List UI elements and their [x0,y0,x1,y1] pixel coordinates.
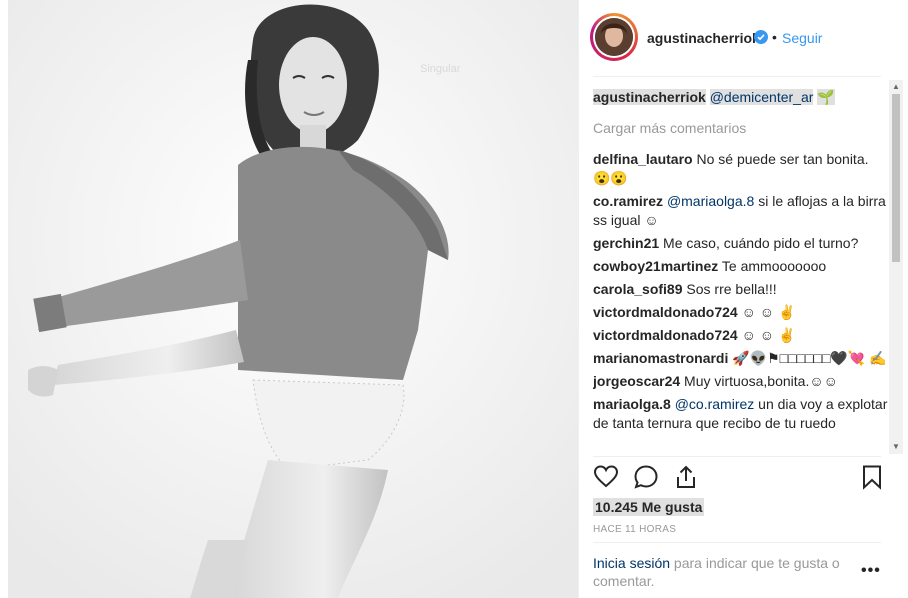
comment-author[interactable]: carola_sofi89 [593,281,683,297]
separator-dot: • [772,29,777,45]
comment-text: ☺ ☺ ✌ [737,327,796,343]
post-header: agustinacherriok • Seguir [579,0,885,76]
follow-button[interactable]: Seguir [782,30,822,46]
share-icon[interactable] [673,464,699,490]
comment-item: victordmaldonado724 ☺ ☺ ✌ [593,326,889,345]
photo-watermark: Singular [420,63,461,75]
comment-text: Muy virtuosa,bonita.☺☺ [680,373,838,389]
comment-author[interactable]: cowboy21martinez [593,258,718,274]
heart-icon[interactable] [593,464,619,490]
comments-list: agustinacherriok @demicenter_ar 🌱 Cargar… [593,88,889,454]
comment-item: co.ramirez @mariaolga.8 si le aflojas a … [593,192,889,230]
comment-item: marianomastronardi 🚀👽⚑□□□□□□🖤💘 ✍ [593,349,889,368]
comment-text: Sos rre bella!!! [682,281,777,297]
comment-text: 🚀👽⚑□□□□□□🖤💘 ✍ [728,350,887,366]
login-prompt: Inicia sesión para indicar que te gusta … [593,554,843,590]
scroll-down-icon[interactable]: ▼ [892,443,900,451]
comment-item: carola_sofi89 Sos rre bella!!! [593,280,889,299]
caption-emoji: 🌱 [817,89,835,105]
comment-text: Me caso, cuándo pido el turno? [659,235,859,251]
comment-icon[interactable] [633,464,659,490]
load-more-comments-button[interactable]: Cargar más comentarios [593,119,889,138]
header-divider [593,76,881,77]
comment-author[interactable]: marianomastronardi [593,350,728,366]
comment-item: mariaolga.8 @co.ramirez un dia voy a exp… [593,395,889,433]
footer-divider [593,542,881,543]
scrollbar-thumb[interactable] [892,94,900,262]
comment-item: victordmaldonado724 ☺ ☺ ✌ [593,303,889,322]
actions-divider [593,456,881,457]
comment-mention[interactable]: @mariaolga.8 [667,193,754,209]
woman-photo-illustration: Singular [8,0,578,598]
bookmark-icon[interactable] [859,464,885,490]
comment-author[interactable]: delfina_lautaro [593,151,693,167]
comment-author[interactable]: mariaolga.8 [593,396,671,412]
comment-text: ☺ ☺ ✌ [737,304,796,320]
avatar[interactable] [590,13,638,61]
verified-badge-icon [754,30,768,44]
post-timestamp: HACE 11 HORAS [593,524,677,535]
comment-author[interactable]: co.ramirez [593,193,663,209]
more-options-icon[interactable]: ••• [861,562,881,580]
likes-count[interactable]: 10.245 Me gusta [593,498,705,516]
comments-scrollbar[interactable]: ▲ ▼ [889,80,903,454]
post-sidebar: agustinacherriok • Seguir agustinacherri… [578,0,908,598]
avatar-image [595,18,633,56]
post-dialog: Singular agustinacherriok • Seguir agust… [0,0,908,598]
comment-author[interactable]: victordmaldonado724 [593,327,738,343]
comment-mention[interactable]: @co.ramirez [675,396,755,412]
scroll-up-icon[interactable]: ▲ [892,83,900,91]
action-bar [593,464,885,494]
comment-author[interactable]: victordmaldonado724 [593,304,738,320]
post-photo: Singular [8,0,578,598]
comment-author[interactable]: jorgeoscar24 [593,373,680,389]
caption: agustinacherriok @demicenter_ar 🌱 [593,88,889,107]
comment-item: delfina_lautaro No sé puede ser tan boni… [593,150,889,188]
comment-item: gerchin21 Me caso, cuándo pido el turno? [593,234,889,253]
comment-text: Te ammooooooo [718,258,827,274]
login-link[interactable]: Inicia sesión [593,555,670,571]
author-username[interactable]: agustinacherriok [647,30,760,46]
comment-item: jorgeoscar24 Muy virtuosa,bonita.☺☺ [593,372,889,391]
comment-item: cowboy21martinez Te ammooooooo [593,257,889,276]
caption-mention[interactable]: @demicenter_ar [709,89,814,105]
caption-author[interactable]: agustinacherriok [593,89,706,105]
comment-author[interactable]: gerchin21 [593,235,659,251]
